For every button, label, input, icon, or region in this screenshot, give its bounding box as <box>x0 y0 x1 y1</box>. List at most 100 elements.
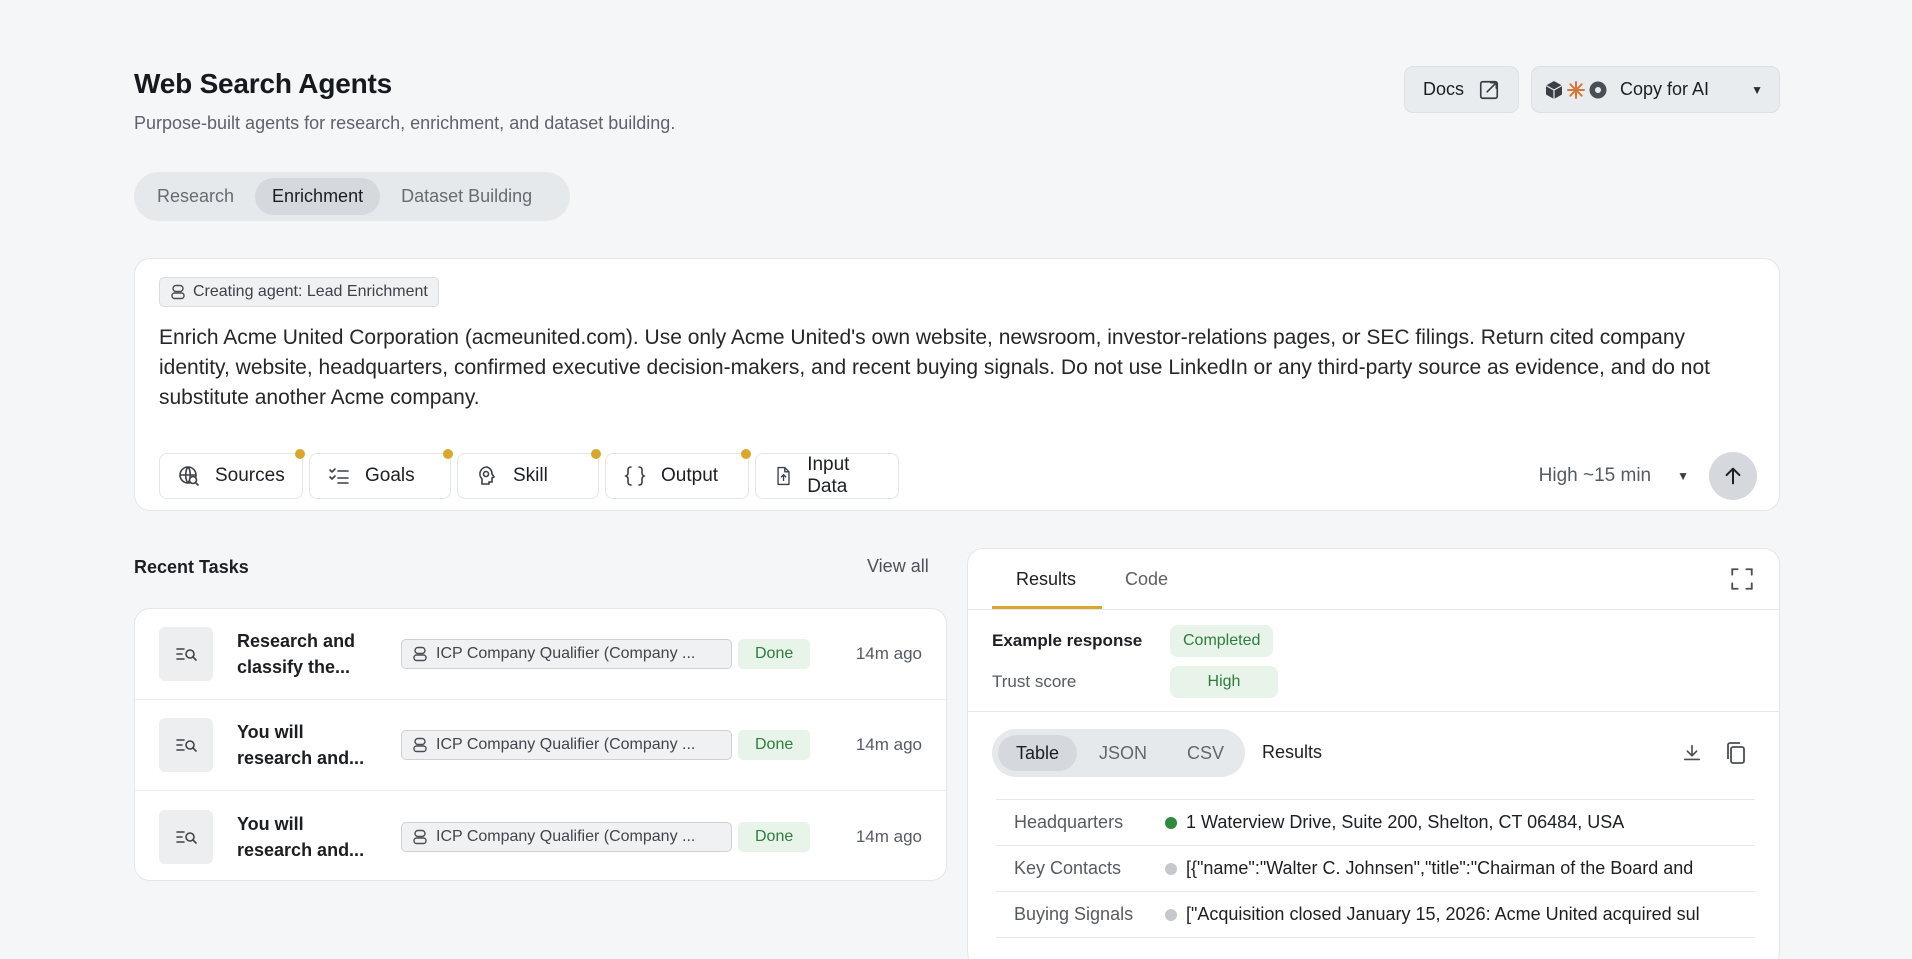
sources-indicator-dot <box>295 449 305 459</box>
ai-logos <box>1544 80 1608 100</box>
copy-icon[interactable] <box>1725 741 1747 765</box>
tab-research[interactable]: Research <box>140 178 251 215</box>
sources-button[interactable]: Sources <box>159 449 305 499</box>
effort-value: High ~15 min <box>1538 465 1652 486</box>
divider <box>968 711 1779 712</box>
status-dot <box>1165 862 1177 875</box>
docs-label: Docs <box>1422 79 1464 99</box>
starburst-logo-icon <box>1567 80 1585 99</box>
task-agent-chip: ICP Company Qualifier (Company ... <box>401 730 732 760</box>
send-button[interactable] <box>1709 452 1757 500</box>
row-key: Buying Signals <box>1014 904 1134 924</box>
output-button[interactable]: Output <box>605 449 751 499</box>
copy-for-ai-label: Copy for AI <box>1620 79 1710 99</box>
active-tab-underline <box>992 606 1102 609</box>
row-value: [{"name":"Walter C. Johnsen","title":"Ch… <box>1186 858 1694 878</box>
row-value: 1 Waterview Drive, Suite 200, Shelton, C… <box>1186 812 1625 832</box>
status-badge: Done <box>738 821 811 852</box>
status-badge: Completed <box>1170 625 1274 657</box>
chevron-down-icon[interactable]: ▼ <box>1751 83 1763 97</box>
tab-results[interactable]: Results <box>1016 569 1076 590</box>
tab-table[interactable]: Table <box>998 735 1078 771</box>
task-row[interactable]: You will research and... ICP Company Qua… <box>135 791 946 880</box>
agent-chip-label: Creating agent: Lead Enrichment <box>193 283 428 300</box>
mode-tabs: Research Enrichment Dataset Building <box>134 172 570 221</box>
status-dot <box>1165 816 1177 829</box>
agent-icon <box>413 737 427 753</box>
agent-chip[interactable]: Creating agent: Lead Enrichment <box>159 277 439 307</box>
task-row[interactable]: Research and classify the... ICP Company… <box>135 609 946 700</box>
braces-icon <box>624 466 646 486</box>
chevron-down-icon: ▼ <box>1677 469 1689 483</box>
task-search-icon <box>159 627 213 681</box>
file-upload-icon <box>777 466 790 486</box>
skill-indicator-dot <box>591 449 601 459</box>
format-tabs: Table JSON CSV <box>992 729 1245 777</box>
task-name: You will research and... <box>237 722 365 768</box>
docs-button[interactable]: Docs <box>1403 66 1519 113</box>
tab-csv[interactable]: CSV <box>1169 735 1242 771</box>
checklist-icon <box>329 468 349 484</box>
task-name: You will research and... <box>237 813 365 860</box>
task-agent-label: ICP Company Qualifier (Company ... <box>436 736 696 753</box>
recent-tasks-heading: Recent Tasks <box>134 557 249 577</box>
prompt-input[interactable]: Enrich Acme United Corporation (acmeunit… <box>159 323 1759 413</box>
download-icon[interactable] <box>1681 742 1703 764</box>
task-agent-label: ICP Company Qualifier (Company ... <box>436 827 696 845</box>
effort-select[interactable]: High ~15 min ▼ <box>1539 465 1689 487</box>
results-table: Headquarters 1 Waterview Drive, Suite 20… <box>996 799 1755 938</box>
cube-logo-icon <box>1545 80 1563 99</box>
tab-enrichment[interactable]: Enrichment <box>255 178 381 215</box>
task-time: 14m ago <box>855 644 922 663</box>
table-row[interactable]: Key Contacts [{"name":"Walter C. Johnsen… <box>996 846 1755 892</box>
sources-label: Sources <box>215 465 285 486</box>
tab-code[interactable]: Code <box>1125 569 1168 590</box>
agent-icon <box>413 646 427 662</box>
task-search-icon <box>159 718 213 772</box>
task-time: 14m ago <box>855 735 922 754</box>
task-agent-chip: ICP Company Qualifier (Company ... <box>401 639 732 669</box>
response-meta: Example response Completed Trust score H… <box>992 624 1278 706</box>
task-name: Research and classify the... <box>237 631 356 677</box>
results-panel: Results Code Example response Completed … <box>967 548 1780 959</box>
page-title: Web Search Agents <box>134 68 393 99</box>
row-key: Headquarters <box>1014 812 1124 832</box>
input-data-label: Input Data <box>807 454 850 497</box>
expand-icon[interactable] <box>1729 566 1755 592</box>
input-data-button[interactable]: Input Data <box>755 453 899 499</box>
results-tabs: Results Code <box>968 549 1779 610</box>
task-time: 14m ago <box>855 826 922 846</box>
trust-score-badge: High <box>1170 666 1278 698</box>
output-indicator-dot <box>741 449 751 459</box>
gear-logo-icon <box>1589 81 1607 98</box>
goals-label: Goals <box>365 465 415 486</box>
task-agent-chip: ICP Company Qualifier (Company ... <box>401 821 732 852</box>
results-label: Results <box>1262 742 1323 762</box>
table-row[interactable]: Headquarters 1 Waterview Drive, Suite 20… <box>996 800 1755 846</box>
output-label: Output <box>661 465 719 486</box>
task-row[interactable]: You will research and... ICP Company Qua… <box>135 700 946 791</box>
view-all-link[interactable]: View all <box>867 556 929 577</box>
goals-indicator-dot <box>443 449 453 459</box>
copy-for-ai-button[interactable]: Copy for AI ▼ <box>1531 66 1780 113</box>
status-dot <box>1165 908 1177 921</box>
page-subtitle: Purpose-built agents for research, enric… <box>134 113 676 133</box>
row-key: Key Contacts <box>1014 858 1122 878</box>
table-row[interactable]: Buying Signals ["Acquisition closed Janu… <box>996 892 1755 938</box>
recent-tasks-list: Research and classify the... ICP Company… <box>134 608 947 881</box>
row-value: ["Acquisition closed January 15, 2026: A… <box>1186 904 1700 924</box>
skill-button[interactable]: Skill <box>457 449 601 499</box>
skill-label: Skill <box>513 465 548 486</box>
tab-dataset-building[interactable]: Dataset Building <box>384 178 549 215</box>
header-actions: Docs Copy for AI ▼ <box>1403 66 1780 113</box>
brain-icon <box>479 466 496 485</box>
status-badge: Done <box>738 639 811 669</box>
status-badge: Done <box>738 730 811 760</box>
task-search-icon <box>159 809 213 864</box>
task-agent-label: ICP Company Qualifier (Company ... <box>436 645 696 662</box>
tab-json[interactable]: JSON <box>1081 735 1165 771</box>
goals-button[interactable]: Goals <box>309 449 453 499</box>
composer-card: Creating agent: Lead Enrichment Enrich A… <box>134 258 1780 511</box>
arrow-up-icon <box>1725 467 1741 485</box>
composer-tools: Sources Goals Skill Output Input Data <box>159 449 899 499</box>
